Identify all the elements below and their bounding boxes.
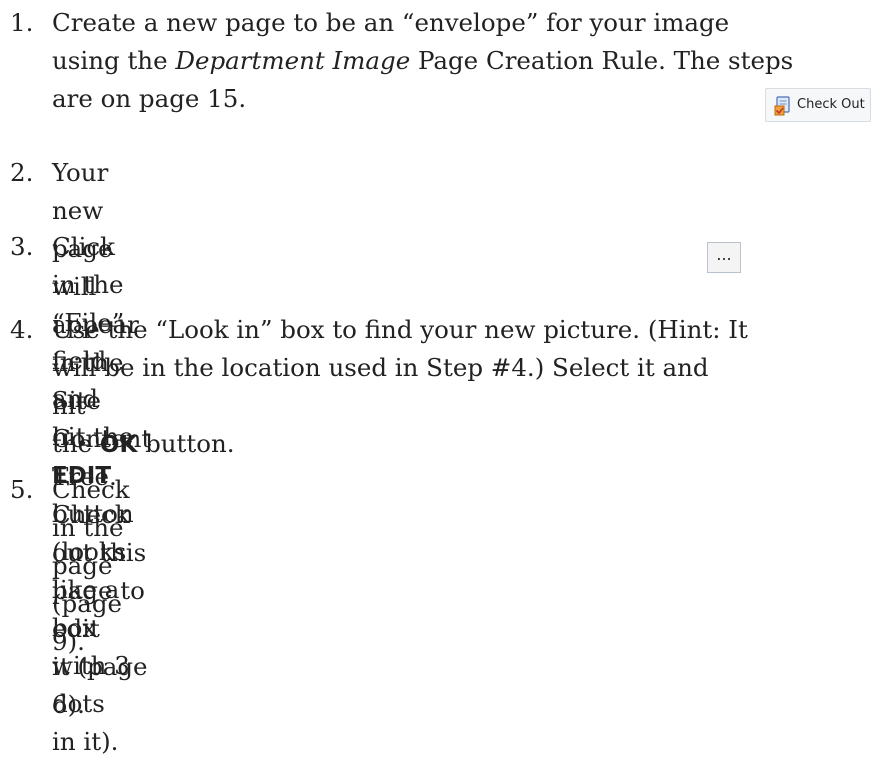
text-run: Page Creation Rule. The steps	[410, 46, 794, 75]
text-run: button.	[137, 429, 235, 458]
ok-label: OK	[99, 432, 138, 458]
step-text: Use the “Look in” box to find your new p…	[52, 311, 748, 464]
step-line: are on page 15.	[52, 80, 793, 118]
check-out-button[interactable]: Check Out	[765, 88, 871, 122]
step-number: 5.	[10, 475, 34, 504]
text-run: Create a new page to be an “envelope” fo…	[52, 8, 730, 37]
step-text: Create a new page to be an “envelope” fo…	[52, 4, 793, 118]
step-number: 4.	[10, 315, 34, 344]
step-number: 1.	[10, 8, 34, 37]
text-run: using the	[52, 46, 176, 75]
step-line: will be in the location used in Step #4.…	[52, 349, 748, 425]
step-text: Check in the page (page 9).	[52, 471, 130, 661]
edit-button[interactable]: ...	[707, 242, 741, 273]
text-run: Check in the page (page 9).	[52, 475, 130, 656]
step-line: Check in the page (page 9).	[52, 471, 130, 661]
step-line: Use the “Look in” box to find your new p…	[52, 311, 748, 349]
step-number: 3.	[10, 232, 34, 261]
text-run: Use the “Look in” box to find your new p…	[52, 315, 748, 344]
rule-name: Department Image	[175, 46, 411, 75]
text-run: the	[52, 429, 100, 458]
check-out-label: Check Out	[797, 97, 865, 112]
step-line: using the Department Image Page Creation…	[52, 42, 793, 80]
text-run: will be in the location used in Step #4.…	[52, 353, 709, 420]
text-run: are on page 15.	[52, 84, 247, 113]
step-line: Create a new page to be an “envelope” fo…	[52, 4, 793, 42]
step-number: 2.	[10, 158, 34, 187]
checkout-icon	[774, 96, 792, 116]
step-line: the OK button.	[52, 425, 748, 464]
